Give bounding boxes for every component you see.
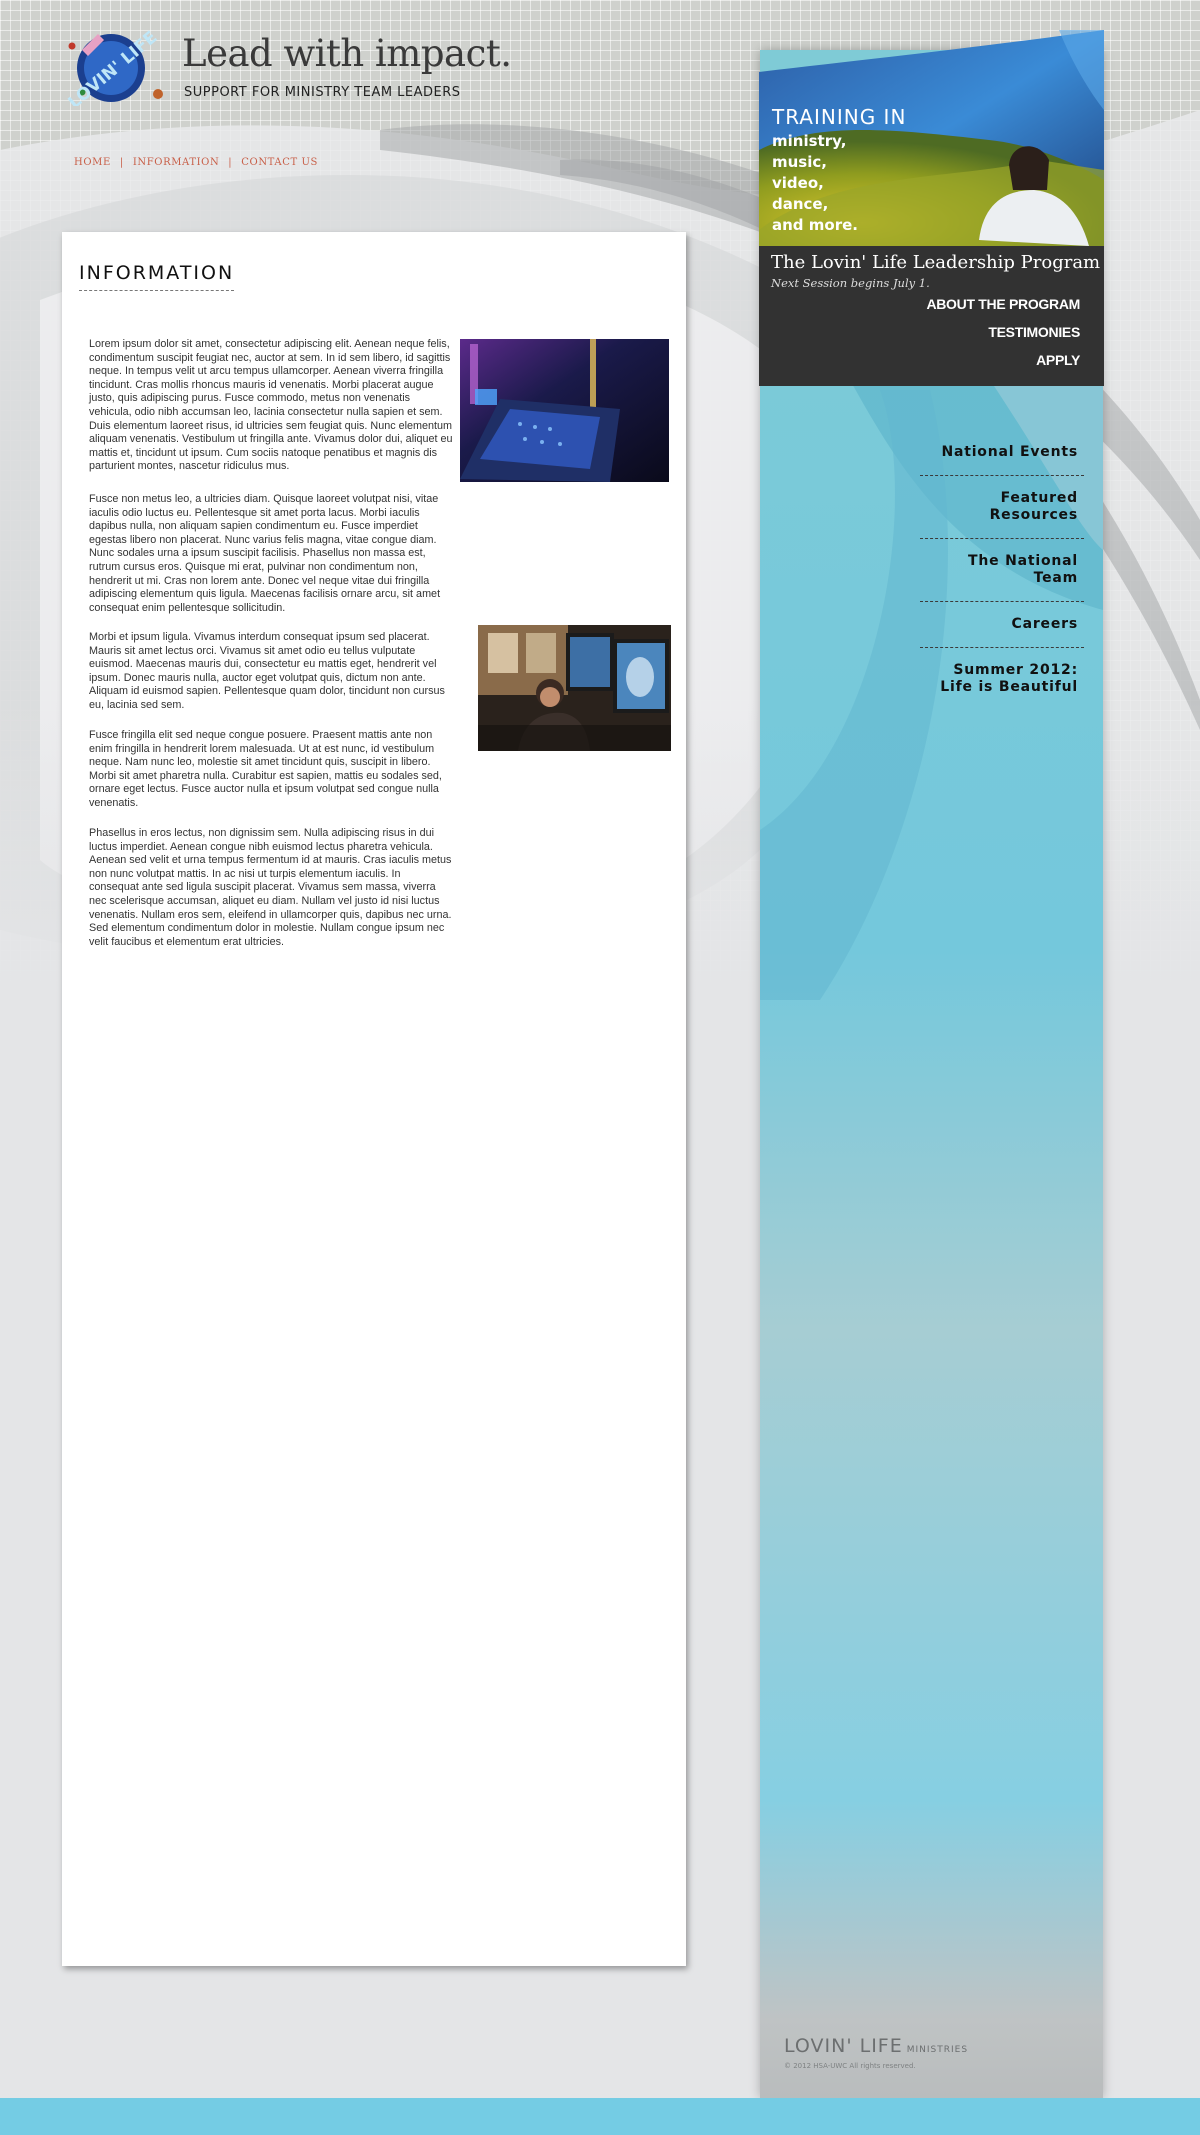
sidenav-national-events[interactable]: National Events (920, 430, 1084, 476)
editing-studio-photo (478, 625, 671, 751)
sidenav-summer-2012[interactable]: Summer 2012: Life is Beautiful (920, 648, 1084, 710)
program-title: The Lovin' Life Leadership Program (771, 252, 1101, 273)
promo-heading: TRAINING IN (772, 105, 907, 129)
footer-brand-name: LOVIN' LIFE (784, 2035, 903, 2057)
paragraph: Fusce fringilla elit sed neque congue po… (89, 729, 442, 809)
paragraph: Fusce non metus leo, a ultricies diam. Q… (89, 493, 441, 614)
apply-link[interactable]: APPLY (1036, 352, 1080, 368)
promo-text: TRAINING IN ministry, music, video, danc… (772, 105, 906, 236)
footer-brand: LOVIN' LIFE MINISTRIES (784, 2035, 968, 2057)
paragraph: Morbi et ipsum ligula. Vivamus interdum … (89, 631, 445, 711)
promo-line: video, (772, 174, 824, 192)
promo-line: dance, (772, 195, 829, 213)
program-box: The Lovin' Life Leadership Program Next … (759, 246, 1104, 386)
nav-separator: | (119, 157, 124, 168)
sidenav-national-team[interactable]: The National Team (920, 539, 1084, 602)
page-title: INFORMATION (79, 262, 235, 291)
paragraph: Lorem ipsum dolor sit amet, consectetur … (89, 338, 453, 473)
promo-line: music, (772, 153, 827, 171)
testimonies-link[interactable]: TESTIMONIES (988, 324, 1080, 340)
logo[interactable]: LOVIN' LIFE (64, 30, 164, 106)
tagline: Lead with impact. (182, 32, 512, 75)
nav-home[interactable]: HOME (74, 157, 111, 168)
sidenav-featured-resources[interactable]: Featured Resources (920, 476, 1084, 539)
nav-contact-us[interactable]: CONTACT US (241, 157, 318, 168)
training-promo-banner[interactable]: TRAINING IN ministry, music, video, danc… (759, 30, 1104, 246)
about-program-link[interactable]: ABOUT THE PROGRAM (926, 296, 1080, 312)
sidenav-summer-line2: Life is Beautiful (940, 679, 1078, 695)
footer-brand-suffix: MINISTRIES (906, 2045, 969, 2055)
promo-line: and more. (772, 216, 858, 234)
subtagline: SUPPORT FOR MINISTRY TEAM LEADERS (184, 85, 461, 100)
content-panel: INFORMATION Lorem ipsum dolor sit amet, … (62, 232, 686, 1966)
copyright: © 2012 HSA-UWC All rights reserved. (784, 2062, 916, 2070)
nav-separator: | (228, 157, 233, 168)
sidenav-careers[interactable]: Careers (920, 602, 1084, 648)
top-nav: HOME | INFORMATION | CONTACT US (74, 157, 318, 168)
bottom-bar (0, 2098, 1200, 2135)
mixing-console-photo (460, 339, 669, 482)
program-subtitle: Next Session begins July 1. (771, 276, 930, 290)
side-nav: National Events Featured Resources The N… (920, 430, 1084, 710)
promo-line: ministry, (772, 132, 847, 150)
nav-information[interactable]: INFORMATION (133, 157, 219, 168)
paragraph: Phasellus in eros lectus, non dignissim … (89, 827, 452, 948)
sidenav-summer-line1: Summer 2012: (953, 662, 1078, 678)
